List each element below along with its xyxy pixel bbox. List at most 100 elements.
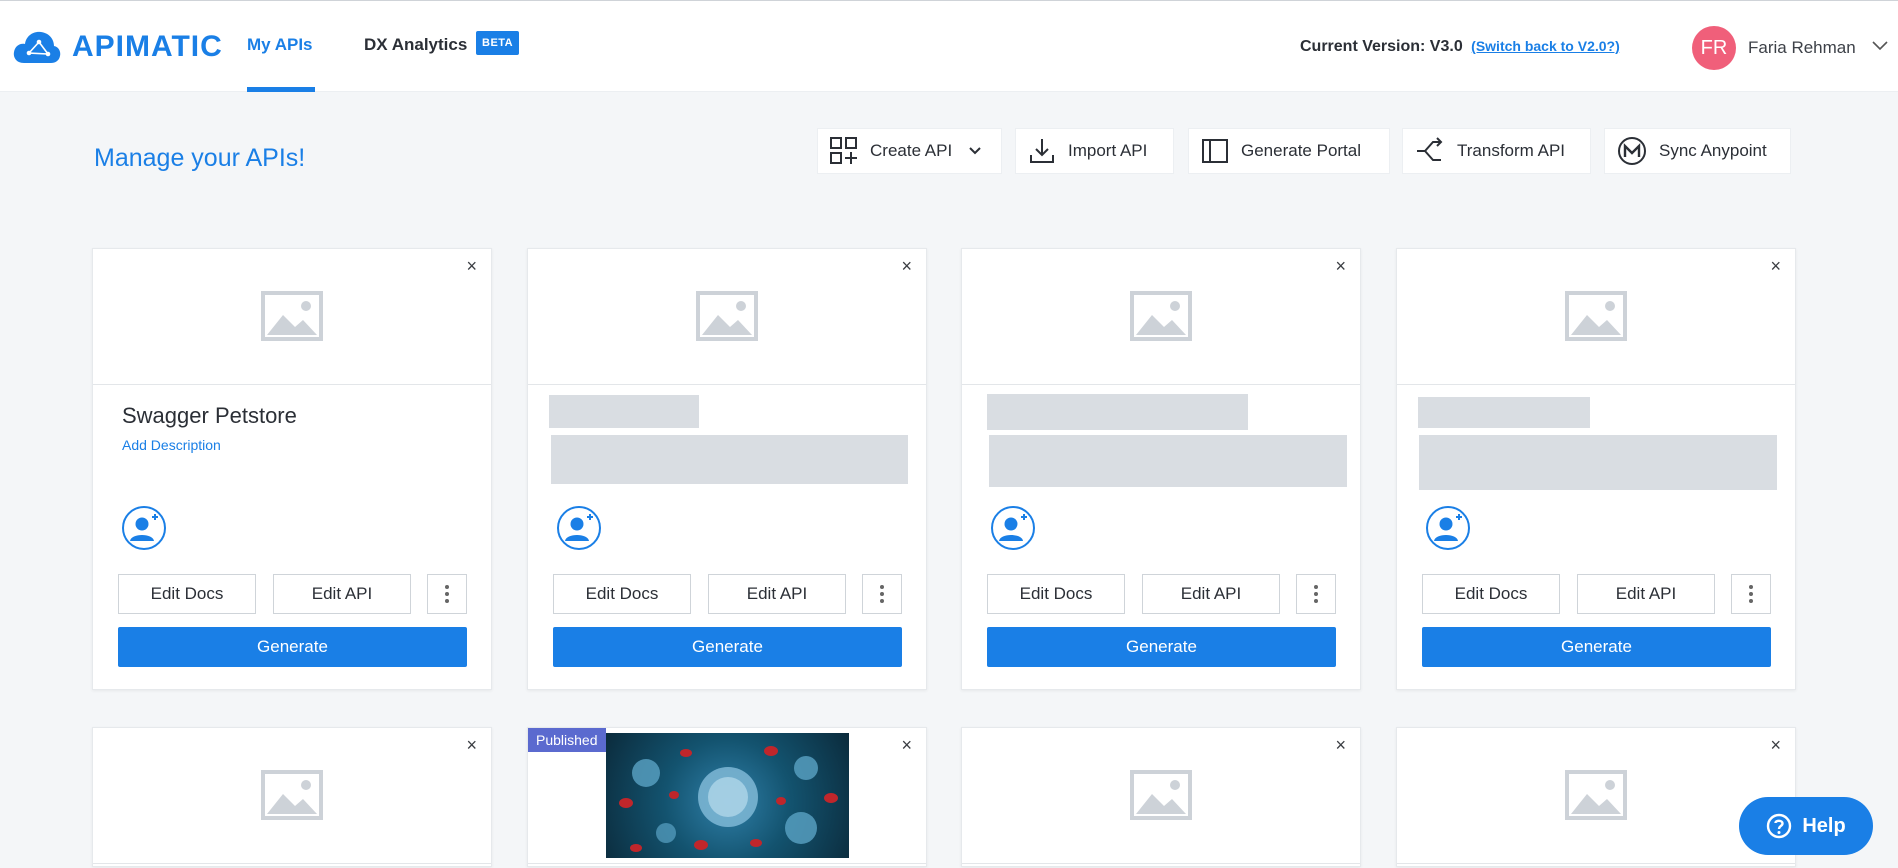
edit-docs-button[interactable]: Edit Docs <box>118 574 256 614</box>
more-options-button[interactable] <box>1296 574 1336 614</box>
generate-button[interactable]: Generate <box>1422 627 1771 667</box>
edit-api-button[interactable]: Edit API <box>1142 574 1280 614</box>
close-card-button[interactable]: × <box>1335 736 1346 754</box>
chevron-down-icon <box>969 147 981 155</box>
more-options-button[interactable] <box>862 574 902 614</box>
title-skeleton <box>1418 397 1590 428</box>
kebab-menu-icon <box>1314 585 1318 603</box>
more-options-button[interactable] <box>427 574 467 614</box>
generate-button[interactable]: Generate <box>987 627 1336 667</box>
close-card-button[interactable]: × <box>1335 257 1346 275</box>
close-card-button[interactable]: × <box>466 736 477 754</box>
published-badge: Published <box>528 728 606 752</box>
edit-api-button[interactable]: Edit API <box>1577 574 1715 614</box>
virus-illustration <box>619 746 838 852</box>
active-tab-indicator <box>247 87 315 92</box>
api-card: × Edit Docs Edit API Generate <box>527 248 927 690</box>
description-skeleton <box>551 435 908 484</box>
question-circle-icon <box>1767 813 1792 839</box>
transform-api-label: Transform API <box>1457 141 1566 160</box>
title-skeleton <box>549 395 699 428</box>
download-icon <box>1030 139 1054 163</box>
card-image-area <box>962 249 1360 385</box>
kebab-menu-icon <box>1749 585 1753 603</box>
title-skeleton <box>987 394 1248 430</box>
add-user-icon[interactable] <box>990 505 1036 551</box>
version-label: Current Version: V3.0 <box>1300 38 1463 55</box>
image-placeholder-icon <box>1565 770 1627 820</box>
add-user-icon[interactable] <box>121 505 167 551</box>
edit-api-button[interactable]: Edit API <box>708 574 846 614</box>
description-skeleton <box>1419 435 1777 490</box>
version-info: Current Version: V3.0 (Switch back to V2… <box>1300 38 1620 56</box>
api-title[interactable]: Swagger Petstore <box>122 403 297 429</box>
api-card: Published × <box>527 727 927 867</box>
transform-api-button[interactable]: Transform API <box>1402 128 1591 174</box>
close-card-button[interactable]: × <box>901 736 912 754</box>
api-card: × Edit Docs Edit API Generate <box>1396 248 1796 690</box>
close-card-button[interactable]: × <box>466 257 477 275</box>
api-cover-image <box>606 733 849 858</box>
sync-anypoint-button[interactable]: Sync Anypoint <box>1604 128 1791 174</box>
edit-api-button[interactable]: Edit API <box>273 574 411 614</box>
description-skeleton <box>989 435 1347 487</box>
create-api-label: Create API <box>870 141 953 160</box>
close-card-button[interactable]: × <box>901 257 912 275</box>
card-image-area <box>93 249 491 385</box>
sync-anypoint-label: Sync Anypoint <box>1659 141 1767 160</box>
more-options-button[interactable] <box>1731 574 1771 614</box>
import-api-label: Import API <box>1068 141 1148 160</box>
card-image-area <box>962 728 1360 864</box>
card-image-area: Published <box>528 728 926 864</box>
chevron-down-icon[interactable] <box>1872 41 1888 51</box>
card-image-area <box>1397 728 1795 864</box>
cloud-logo-icon <box>13 31 61 63</box>
card-image-area <box>1397 249 1795 385</box>
kebab-menu-icon <box>880 585 884 603</box>
edit-docs-button[interactable]: Edit Docs <box>553 574 691 614</box>
nav-tab-dx-analytics[interactable]: DX Analytics <box>364 35 467 55</box>
add-user-icon[interactable] <box>1425 505 1471 551</box>
image-placeholder-icon <box>1130 770 1192 820</box>
beta-badge: BETA <box>476 31 520 55</box>
user-name[interactable]: Faria Rehman <box>1748 38 1856 58</box>
api-card: × Swagger Petstore Add Description Edit … <box>92 248 492 690</box>
brand-logo[interactable]: APIMATIC <box>12 27 223 67</box>
transform-split-icon <box>1417 137 1443 161</box>
top-navbar: APIMATIC My APIs DX Analytics BETA Curre… <box>0 0 1898 92</box>
add-description-link[interactable]: Add Description <box>122 437 221 453</box>
grid-add-icon <box>830 137 857 164</box>
switch-version-link[interactable]: (Switch back to V2.0?) <box>1471 38 1620 54</box>
import-api-button[interactable]: Import API <box>1015 128 1174 174</box>
page-title: Manage your APIs! <box>94 144 306 172</box>
image-placeholder-icon <box>1565 291 1627 341</box>
generate-button[interactable]: Generate <box>118 627 467 667</box>
generate-button[interactable]: Generate <box>553 627 902 667</box>
card-image-area <box>93 728 491 864</box>
create-api-button[interactable]: Create API <box>817 128 1002 174</box>
add-user-icon[interactable] <box>556 505 602 551</box>
api-card: × <box>92 727 492 867</box>
edit-docs-button[interactable]: Edit Docs <box>987 574 1125 614</box>
portal-layout-icon <box>1202 139 1228 163</box>
card-image-area <box>528 249 926 385</box>
close-card-button[interactable]: × <box>1770 736 1781 754</box>
generate-portal-label: Generate Portal <box>1241 141 1362 160</box>
image-placeholder-icon <box>261 770 323 820</box>
api-card: × <box>961 727 1361 867</box>
api-card: × Edit Docs Edit API Generate <box>961 248 1361 690</box>
nav-tab-my-apis[interactable]: My APIs <box>247 35 313 55</box>
image-placeholder-icon <box>1130 291 1192 341</box>
mulesoft-icon <box>1618 137 1646 165</box>
image-placeholder-icon <box>261 291 323 341</box>
api-card: × <box>1396 727 1796 867</box>
user-avatar[interactable]: FR <box>1692 26 1736 70</box>
close-card-button[interactable]: × <box>1770 257 1781 275</box>
kebab-menu-icon <box>445 585 449 603</box>
image-placeholder-icon <box>696 291 758 341</box>
help-button[interactable]: Help <box>1739 797 1873 855</box>
help-label: Help <box>1802 814 1846 837</box>
brand-name: APIMATIC <box>72 30 223 63</box>
edit-docs-button[interactable]: Edit Docs <box>1422 574 1560 614</box>
generate-portal-button[interactable]: Generate Portal <box>1188 128 1390 174</box>
